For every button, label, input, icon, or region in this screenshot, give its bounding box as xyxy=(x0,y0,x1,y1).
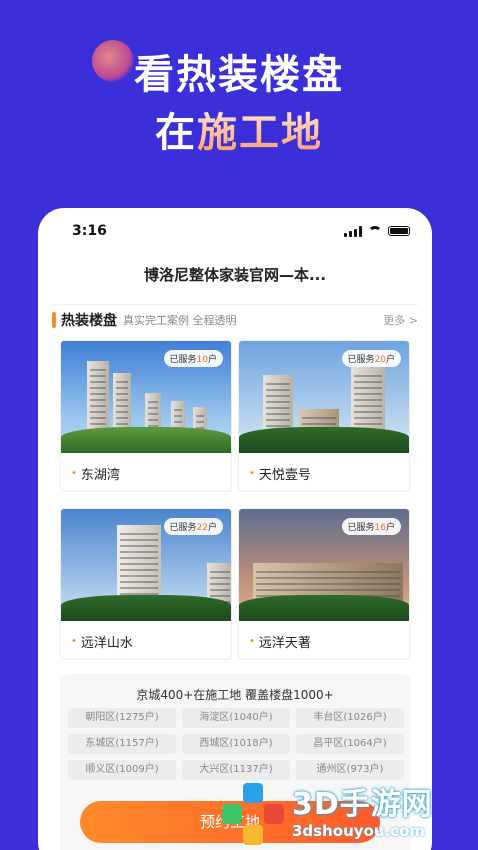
district-chip[interactable]: 丰台区(1026户) xyxy=(296,708,404,728)
section-subtitle: 真实完工案例 全程透明 xyxy=(123,313,237,327)
project-name: 东湖湾 xyxy=(80,467,120,483)
project-card[interactable]: 已服务20户 • 天悦壹号 xyxy=(238,340,410,492)
served-badge: 已服务22户 xyxy=(163,518,223,535)
project-name-row: • 东湖湾 xyxy=(61,453,231,491)
served-badge: 已服务16户 xyxy=(341,518,401,535)
status-icons xyxy=(344,225,410,237)
project-photo: 已服务10户 xyxy=(61,341,231,453)
project-name: 天悦壹号 xyxy=(258,467,311,483)
status-time: 3:16 xyxy=(72,223,107,239)
status-bar: 3:16 xyxy=(38,208,432,254)
wifi-icon xyxy=(368,226,382,236)
promo-line-2: 在施工地 xyxy=(0,104,478,162)
project-name-row: • 远洋山水 xyxy=(61,621,231,659)
project-photo: 已服务20户 xyxy=(239,341,409,453)
district-chip[interactable]: 西城区(1018户) xyxy=(182,734,290,754)
promo-headline: 看热装楼盘 在施工地 xyxy=(0,46,478,162)
project-photo: 已服务22户 xyxy=(61,509,231,621)
battery-icon xyxy=(388,226,410,236)
district-chip[interactable]: 昌平区(1064户) xyxy=(296,734,404,754)
project-name: 远洋山水 xyxy=(80,635,133,651)
section-header: 热装楼盘 真实完工案例 全程透明 更多 > xyxy=(52,304,418,334)
promo-line-1: 看热装楼盘 xyxy=(134,52,344,98)
watermark-logo-icon xyxy=(222,783,284,845)
project-card[interactable]: 已服务22户 • 远洋山水 xyxy=(60,508,232,660)
district-chip[interactable]: 通州区(973户) xyxy=(296,760,404,780)
served-badge: 已服务10户 xyxy=(163,350,223,367)
project-name: 远洋天著 xyxy=(258,635,311,651)
district-chip[interactable]: 海淀区(1040户) xyxy=(182,708,290,728)
project-card[interactable]: 已服务10户 • 东湖湾 xyxy=(60,340,232,492)
watermark-name: 3D手游网 xyxy=(292,787,433,822)
district-chip[interactable]: 东城区(1157户) xyxy=(68,734,176,754)
watermark: 3D手游网 3dshouyou.com xyxy=(222,778,478,850)
phone-screen: 3:16 博洛尼整体家装官网—本... 热装楼盘 真实完工案例 全程透明 更多 … xyxy=(38,208,432,850)
promo-line-2-prefix: 在 xyxy=(155,110,197,156)
project-name-row: • 远洋天著 xyxy=(239,621,409,659)
section-accent-bar xyxy=(52,311,56,328)
district-list: 朝阳区(1275户) 海淀区(1040户) 丰台区(1026户) 东城区(115… xyxy=(60,704,410,780)
project-grid: 已服务10户 •东湖湾 已服务20户 •天悦壹号 已服务22户 •远洋山水 xyxy=(60,340,410,660)
district-chip[interactable]: 大兴区(1137户) xyxy=(182,760,290,780)
project-name-row: • 天悦壹号 xyxy=(239,453,409,491)
district-chip[interactable]: 朝阳区(1275户) xyxy=(68,708,176,728)
coverage-title: 京城400+在施工地 覆盖楼盘1000+ xyxy=(136,688,334,702)
served-badge: 已服务20户 xyxy=(341,350,401,367)
more-link[interactable]: 更多 > xyxy=(383,312,418,328)
watermark-url: 3dshouyou.com xyxy=(292,822,426,840)
project-photo: 已服务16户 xyxy=(239,509,409,621)
section-title: 热装楼盘 xyxy=(61,312,117,329)
project-card[interactable]: 已服务16户 • 远洋天著 xyxy=(238,508,410,660)
signal-icon xyxy=(344,225,362,237)
promo-line-2-accent: 施工地 xyxy=(197,110,323,156)
district-chip[interactable]: 顺义区(1009户) xyxy=(68,760,176,780)
page-title: 博洛尼整体家装官网—本... xyxy=(143,266,327,284)
